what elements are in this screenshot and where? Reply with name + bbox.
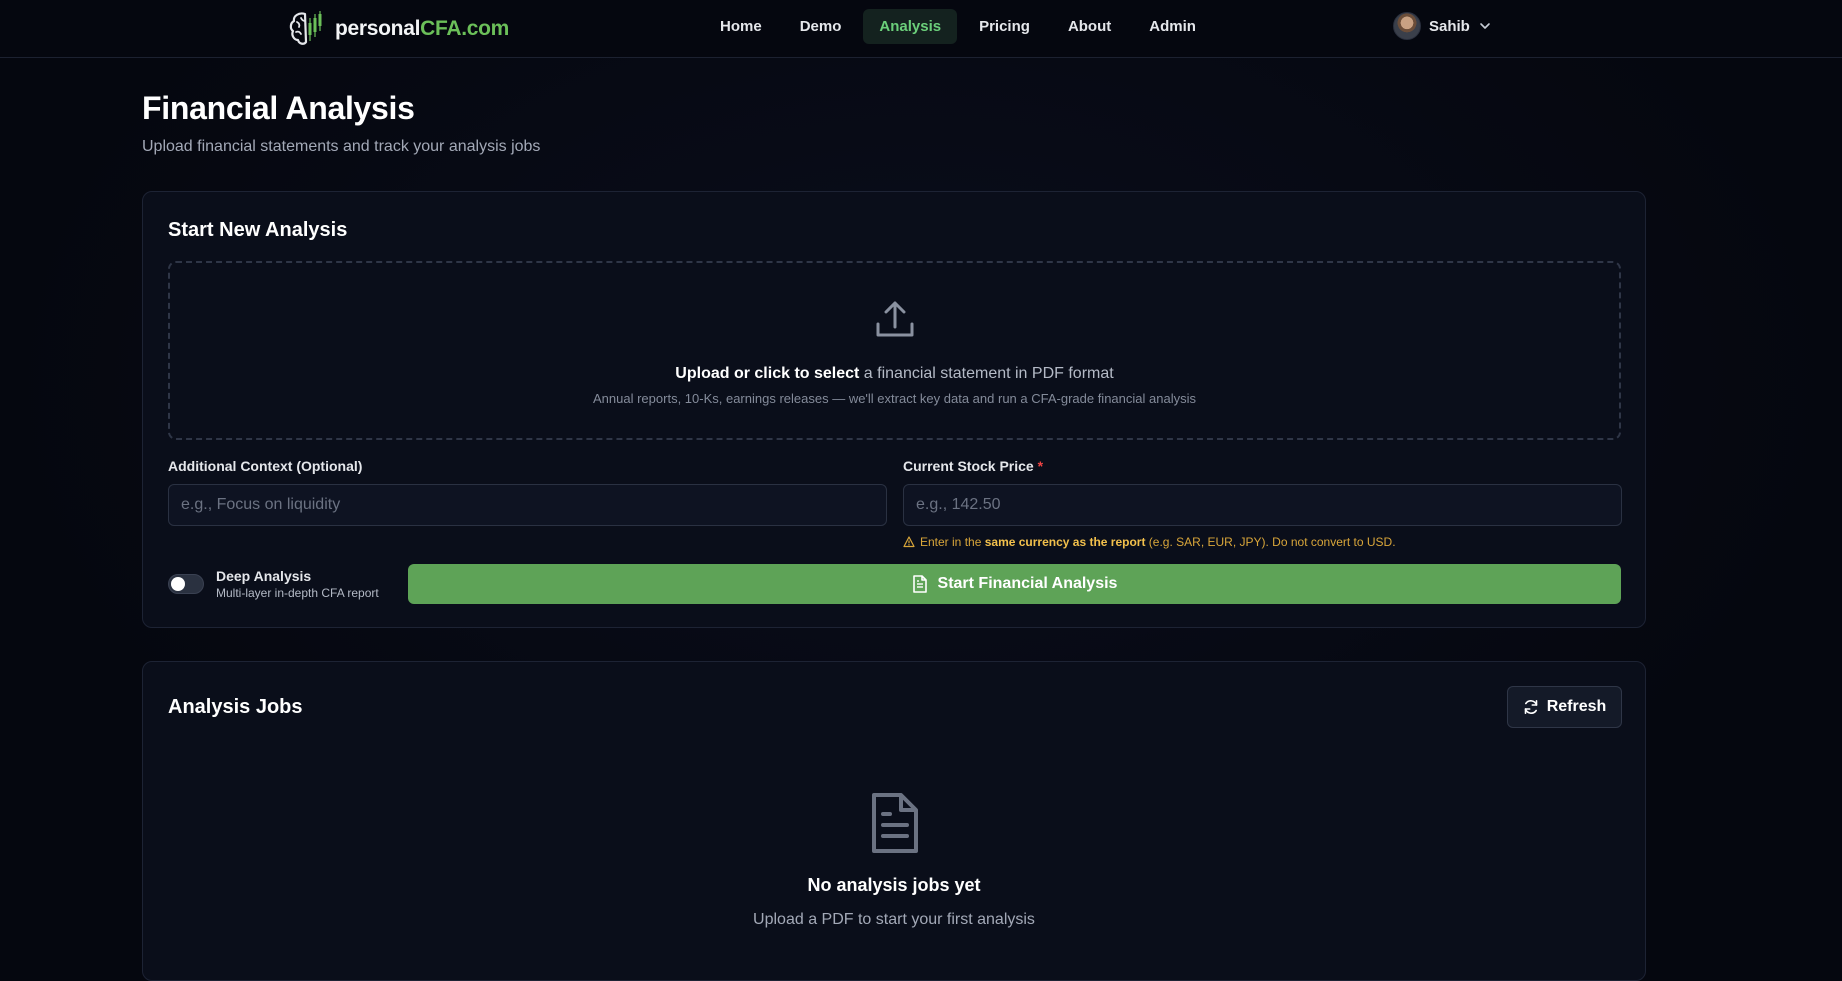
empty-document-icon [872, 793, 918, 853]
required-mark: * [1037, 458, 1044, 474]
stock-price-input[interactable] [903, 484, 1622, 526]
nav-links: Home Demo Analysis Pricing About Admin [704, 9, 1212, 44]
stock-price-label-text: Current Stock Price [903, 458, 1034, 474]
document-icon [912, 575, 927, 593]
toggle-knob [171, 577, 185, 591]
user-name: Sahib [1429, 17, 1470, 35]
brain-chart-icon [289, 11, 322, 45]
chevron-down-icon [1480, 23, 1490, 29]
dropzone-instruction-rest: a financial statement in PDF format [859, 365, 1114, 382]
context-input[interactable] [168, 484, 887, 526]
deep-analysis-description: Multi-layer in-depth CFA report [216, 586, 379, 600]
analysis-jobs-card: Analysis Jobs Refresh No analysis jobs y… [142, 661, 1646, 981]
page-subtitle: Upload financial statements and track yo… [142, 138, 541, 155]
warning-suffix: (e.g. SAR, EUR, JPY). Do not convert to … [1145, 535, 1396, 549]
refresh-button[interactable]: Refresh [1507, 686, 1622, 728]
dropzone-instruction-bold: Upload or click to select [675, 365, 860, 382]
warning-prefix: Enter in the [920, 535, 985, 549]
deep-analysis-label: Deep Analysis [216, 568, 312, 584]
nav-link-admin[interactable]: Admin [1133, 9, 1212, 44]
stock-price-label: Current Stock Price * [903, 458, 1043, 474]
upload-icon [876, 301, 914, 337]
page-title: Financial Analysis [142, 90, 415, 126]
refresh-icon [1524, 700, 1538, 714]
start-analysis-label: Start Financial Analysis [937, 575, 1118, 592]
top-navbar: personalCFA.com Home Demo Analysis Prici… [0, 0, 1842, 58]
warning-bold: same currency as the report [984, 535, 1146, 549]
warning-icon [903, 536, 915, 548]
nav-link-home[interactable]: Home [704, 9, 778, 44]
pdf-dropzone[interactable]: Upload or click to select a financial st… [168, 261, 1621, 440]
deep-analysis-toggle[interactable] [168, 574, 204, 594]
dropzone-hint: Annual reports, 10-Ks, earnings releases… [593, 391, 1196, 406]
dropzone-instruction: Upload or click to select a financial st… [170, 365, 1619, 383]
currency-warning-text: Enter in the same currency as the report… [920, 535, 1396, 549]
start-analysis-button[interactable]: Start Financial Analysis [408, 564, 1621, 604]
nav-link-analysis[interactable]: Analysis [863, 9, 958, 44]
brand-name-prefix: personal [335, 17, 421, 40]
brand-logo[interactable]: personalCFA.com [287, 8, 509, 50]
empty-state-title: No analysis jobs yet [807, 875, 981, 895]
nav-link-pricing[interactable]: Pricing [963, 9, 1046, 44]
currency-warning: Enter in the same currency as the report… [903, 535, 1396, 549]
brand-name: personalCFA.com [335, 17, 509, 41]
nav-link-demo[interactable]: Demo [784, 9, 858, 44]
refresh-label: Refresh [1546, 698, 1607, 715]
nav-link-about[interactable]: About [1052, 9, 1127, 44]
context-label: Additional Context (Optional) [168, 458, 363, 474]
empty-state-subtitle: Upload a PDF to start your first analysi… [753, 911, 1035, 928]
new-analysis-title: Start New Analysis [168, 219, 348, 241]
user-menu[interactable]: Sahib [1393, 11, 1492, 41]
analysis-jobs-title: Analysis Jobs [168, 696, 303, 718]
new-analysis-card: Start New Analysis Upload or click to se… [142, 191, 1646, 628]
brand-name-highlight: CFA.com [420, 17, 510, 40]
avatar [1393, 12, 1421, 40]
